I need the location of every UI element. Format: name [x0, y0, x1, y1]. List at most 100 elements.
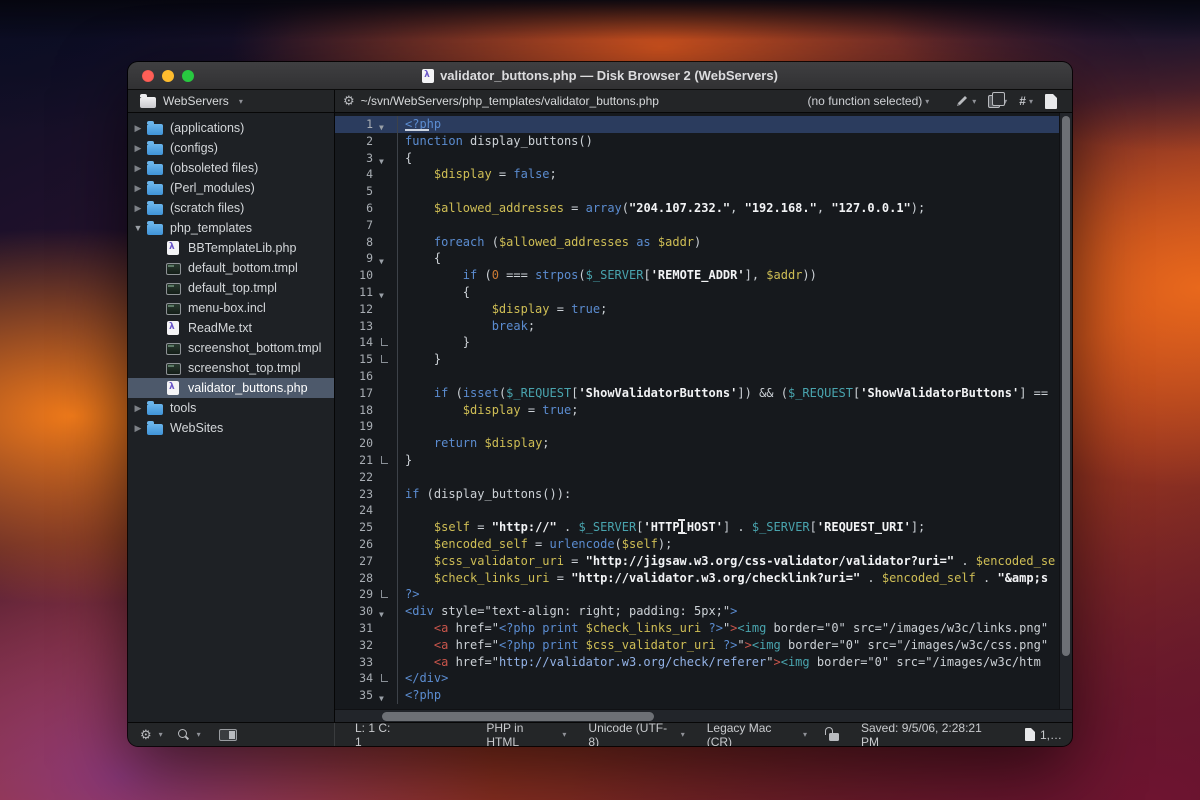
sidebar-item-label: php_templates [170, 221, 252, 235]
marker-menu[interactable]: ▾ [955, 94, 976, 108]
titlebar[interactable]: validator_buttons.php — Disk Browser 2 (… [128, 62, 1072, 90]
code-line[interactable]: 10 if (0 === strpos($_SERVER['REMOTE_ADD… [335, 267, 1072, 284]
code-line[interactable]: 28 $check_links_uri = "http://validator.… [335, 570, 1072, 587]
code-line[interactable]: 19 [335, 418, 1072, 435]
gear-icon[interactable]: ⚙ [343, 93, 355, 109]
code-line[interactable]: 6 $allowed_addresses = array("204.107.23… [335, 200, 1072, 217]
sidebar-item-perl-modules[interactable]: ▶(Perl_modules) [128, 178, 334, 198]
code-line[interactable]: 13 break; [335, 318, 1072, 335]
horizontal-scrollbar-thumb[interactable] [382, 712, 654, 721]
document-proxy-icon[interactable] [422, 69, 434, 83]
code-line[interactable]: 31 <a href="<?php print $check_links_uri… [335, 620, 1072, 637]
sidebar-item-validator-buttons-php[interactable]: validator_buttons.php [128, 378, 334, 398]
code-line[interactable]: 1▼<?php [335, 116, 1072, 133]
horizontal-scrollbar[interactable] [335, 709, 1072, 722]
unlocked-icon[interactable] [829, 733, 839, 741]
fold-open-icon[interactable]: ▼ [377, 250, 393, 267]
sidebar-item-tools[interactable]: ▶tools [128, 398, 334, 418]
sidebar-item-scratch-files[interactable]: ▶(scratch files) [128, 198, 334, 218]
sidebar-item-default-top-tmpl[interactable]: default_top.tmpl [128, 278, 334, 298]
chevron-down-icon: ▾ [239, 97, 243, 106]
sidebar-item-php-templates[interactable]: ▼ php_templates [128, 218, 334, 238]
code-line[interactable]: 7 [335, 217, 1072, 234]
disclosure-closed-icon[interactable]: ▶ [130, 123, 146, 134]
language-popup[interactable]: PHP in HTML ▾ [486, 721, 566, 747]
sidebar-item-default-bottom-tmpl[interactable]: default_bottom.tmpl [128, 258, 334, 278]
bbedit-file-icon [164, 241, 182, 255]
disclosure-open-icon[interactable]: ▼ [130, 223, 146, 233]
disclosure-closed-icon[interactable]: ▶ [130, 143, 146, 154]
fold-open-icon[interactable]: ▼ [377, 150, 393, 167]
code-line[interactable]: 29?> [335, 586, 1072, 603]
line-number: 9 [335, 250, 377, 267]
encoding-popup[interactable]: Unicode (UTF-8) ▾ [588, 721, 684, 747]
sidebar-item-screenshot-bottom-tmpl[interactable]: screenshot_bottom.tmpl [128, 338, 334, 358]
code-line[interactable]: 22 [335, 469, 1072, 486]
code-line[interactable]: 26 $encoded_self = urlencode($self); [335, 536, 1072, 553]
code-line[interactable]: 14 } [335, 334, 1072, 351]
tree-root-popup[interactable]: WebServers ▾ [128, 90, 335, 112]
code-line[interactable]: 30▼<div style="text-align: right; paddin… [335, 603, 1072, 620]
documents-menu[interactable]: ▾ [988, 95, 1007, 108]
sidebar-item-configs[interactable]: ▶(configs) [128, 138, 334, 158]
code-line[interactable]: 11▼ { [335, 284, 1072, 301]
code-line[interactable]: 35▼<?php [335, 687, 1072, 704]
sidebar-toggle-icon[interactable] [219, 729, 237, 741]
code-line[interactable]: 24 [335, 502, 1072, 519]
disclosure-closed-icon[interactable]: ▶ [130, 163, 146, 174]
code-line[interactable]: 32 <a href="<?php print $css_validator_u… [335, 637, 1072, 654]
minimize-button[interactable] [162, 70, 174, 82]
fold-open-icon[interactable]: ▼ [377, 116, 393, 133]
vertical-scrollbar[interactable] [1059, 113, 1072, 709]
disclosure-closed-icon[interactable]: ▶ [130, 203, 146, 214]
code-line[interactable]: 23if (display_buttons()): [335, 486, 1072, 503]
fold-open-icon[interactable]: ▼ [377, 687, 393, 704]
fold-spacer [377, 553, 393, 570]
code-line[interactable]: 3▼{ [335, 150, 1072, 167]
code-line[interactable]: 25 $self = "http://" . $_SERVER['HTTP_HO… [335, 519, 1072, 536]
code-line[interactable]: 5 [335, 183, 1072, 200]
fold-spacer [377, 318, 393, 335]
line-ending-popup[interactable]: Legacy Mac (CR) ▾ [707, 721, 807, 747]
sidebar-item-applications[interactable]: ▶(applications) [128, 118, 334, 138]
code-line[interactable]: 27 $css_validator_uri = "http://jigsaw.w… [335, 553, 1072, 570]
code-line[interactable]: 17 if (isset($_REQUEST['ShowValidatorBut… [335, 385, 1072, 402]
sidebar-item-menu-box-incl[interactable]: menu-box.incl [128, 298, 334, 318]
sidebar-item-screenshot-top-tmpl[interactable]: screenshot_top.tmpl [128, 358, 334, 378]
sidebar-item-bbtemplatelib-php[interactable]: BBTemplateLib.php [128, 238, 334, 258]
disclosure-closed-icon[interactable]: ▶ [130, 183, 146, 194]
search-icon[interactable] [177, 728, 190, 741]
code-line[interactable]: 4 $display = false; [335, 166, 1072, 183]
zoom-button[interactable] [182, 70, 194, 82]
code-line[interactable]: 8 foreach ($allowed_addresses as $addr) [335, 234, 1072, 251]
fold-open-icon[interactable]: ▼ [377, 284, 393, 301]
code-line[interactable]: 9▼ { [335, 250, 1072, 267]
code-line[interactable]: 12 $display = true; [335, 301, 1072, 318]
counterparts-menu[interactable]: # ▾ [1019, 94, 1033, 108]
code-line[interactable]: 21} [335, 452, 1072, 469]
code-line[interactable]: 16 [335, 368, 1072, 385]
sidebar-item-websites[interactable]: ▶WebSites [128, 418, 334, 438]
gear-icon[interactable]: ⚙ [140, 727, 152, 743]
code-line[interactable]: 15 } [335, 351, 1072, 368]
new-document-button[interactable] [1045, 94, 1062, 109]
disclosure-closed-icon[interactable]: ▶ [130, 403, 146, 414]
sidebar-item-readme-txt[interactable]: ReadMe.txt [128, 318, 334, 338]
code-text [398, 183, 405, 200]
close-button[interactable] [142, 70, 154, 82]
sidebar-item-label: menu-box.incl [188, 301, 266, 315]
function-popup[interactable]: (no function selected) ▾ [808, 94, 930, 108]
fold-open-icon[interactable]: ▼ [377, 603, 393, 620]
disclosure-closed-icon[interactable]: ▶ [130, 423, 146, 434]
code-text: break; [398, 318, 535, 335]
folder-icon [146, 142, 164, 155]
fold-end-icon [377, 670, 393, 687]
sidebar-item-obsoleted-files[interactable]: ▶(obsoleted files) [128, 158, 334, 178]
file-tree: ▶(applications)▶(configs)▶(obsoleted fil… [128, 113, 335, 722]
code-line[interactable]: 34</div> [335, 670, 1072, 687]
code-line[interactable]: 18 $display = true; [335, 402, 1072, 419]
vertical-scrollbar-thumb[interactable] [1062, 116, 1070, 656]
code-line[interactable]: 2function display_buttons() [335, 133, 1072, 150]
code-line[interactable]: 33 <a href="http://validator.w3.org/chec… [335, 654, 1072, 671]
code-line[interactable]: 20 return $display; [335, 435, 1072, 452]
